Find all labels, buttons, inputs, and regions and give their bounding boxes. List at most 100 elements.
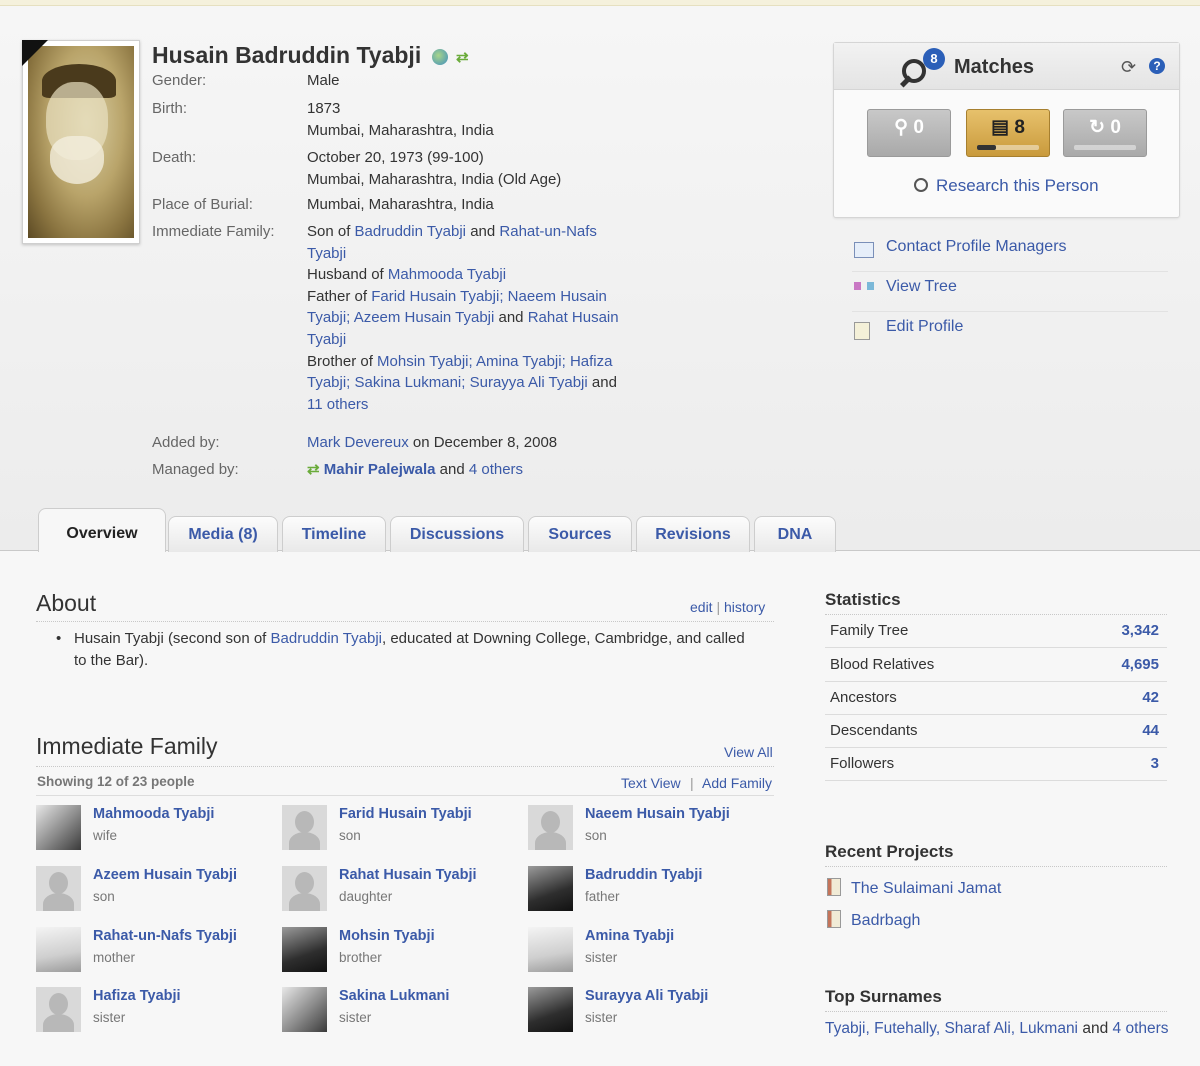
about-text: • Husain Tyabji (second son of Badruddin… xyxy=(56,630,745,669)
family-member[interactable]: Sakina Lukmani sister xyxy=(282,987,522,1037)
gender-label: Gender: xyxy=(152,72,207,89)
avatar[interactable] xyxy=(282,927,327,972)
tab-discussions[interactable]: Discussions xyxy=(390,516,524,552)
deceased-ribbon-icon xyxy=(22,40,48,66)
avatar[interactable] xyxy=(282,987,327,1032)
about-history-link[interactable]: history xyxy=(724,599,765,615)
avatar[interactable] xyxy=(528,866,573,911)
statistics-title: Statistics xyxy=(825,590,901,609)
death-value: October 20, 1973 (99-100) Mumbai, Mahara… xyxy=(307,149,562,188)
avatar[interactable] xyxy=(36,805,81,850)
view-all-link[interactable]: View All xyxy=(724,744,773,760)
family-member[interactable]: Badruddin Tyabji father xyxy=(528,866,768,916)
birth-value: 1873 Mumbai, Maharashtra, India xyxy=(307,100,494,139)
managed-by-label: Managed by: xyxy=(152,461,239,478)
tree-icon xyxy=(854,282,874,290)
project-badrbagh[interactable]: Badrbagh xyxy=(827,910,920,930)
avatar[interactable] xyxy=(36,987,81,1032)
link-managers-others[interactable]: 4 others xyxy=(469,461,523,478)
profile-header: Husain Badruddin Tyabji ⇄ Gender: Male B… xyxy=(0,6,1200,551)
about-edit-link[interactable]: edit xyxy=(690,599,713,615)
avatar[interactable] xyxy=(528,987,573,1032)
stat-followers[interactable]: Followers 3 xyxy=(825,748,1167,781)
contact-managers-link[interactable]: Contact Profile Managers xyxy=(852,234,1168,272)
sync-matches-button[interactable]: ↻ 0 xyxy=(1063,109,1147,157)
edit-icon xyxy=(854,322,870,340)
link-mahir-palejwala[interactable]: Mahir Palejwala xyxy=(324,461,436,478)
stat-family-tree[interactable]: Family Tree 3,342 xyxy=(825,615,1167,648)
overview-content: About edit | history • Husain Tyabji (se… xyxy=(0,552,1200,1066)
help-icon[interactable]: ? xyxy=(1149,58,1165,74)
tab-sources[interactable]: Sources xyxy=(528,516,632,552)
project-icon xyxy=(827,910,841,928)
manager-arrows-icon: ⇄ xyxy=(307,461,320,478)
mail-icon xyxy=(854,242,874,258)
matches-panel: 8 Matches ⟳ ? ⚲ 0 ▤ 8 ↻ 0 Research this … xyxy=(833,42,1180,218)
family-member[interactable]: Amina Tyabji sister xyxy=(528,927,768,977)
surnames-others-link[interactable]: 4 others xyxy=(1113,1020,1169,1037)
tab-media[interactable]: Media (8) xyxy=(168,516,278,552)
link-mark-devereux[interactable]: Mark Devereux xyxy=(307,434,409,451)
about-link-badruddin[interactable]: Badruddin Tyabji xyxy=(271,630,382,647)
family-member[interactable]: Farid Husain Tyabji son xyxy=(282,805,522,855)
tree-match-icon: ⚲ xyxy=(894,117,909,138)
record-matches-progress xyxy=(977,145,1039,150)
research-search-icon xyxy=(914,178,928,192)
link-mahmooda[interactable]: Mahmooda Tyabji xyxy=(388,266,506,283)
burial-value: Mumbai, Maharashtra, India xyxy=(307,196,494,213)
added-by-label: Added by: xyxy=(152,434,220,451)
death-label: Death: xyxy=(152,149,197,166)
tree-matches-button[interactable]: ⚲ 0 xyxy=(867,109,951,157)
gender-value: Male xyxy=(307,72,340,89)
family-member[interactable]: Mahmooda Tyabji wife xyxy=(36,805,276,855)
family-member[interactable]: Naeem Husain Tyabji son xyxy=(528,805,768,855)
refresh-icon[interactable]: ⟳ xyxy=(1121,57,1136,78)
avatar[interactable] xyxy=(282,866,327,911)
about-title: About xyxy=(36,590,97,616)
research-this-person-link[interactable]: Research this Person xyxy=(914,176,1099,196)
family-member[interactable]: Rahat Husain Tyabji daughter xyxy=(282,866,522,916)
family-member[interactable]: Rahat-un-Nafs Tyabji mother xyxy=(36,927,276,977)
tab-timeline[interactable]: Timeline xyxy=(282,516,386,552)
add-family-link[interactable]: Add Family xyxy=(702,775,772,791)
profile-name: Husain Badruddin Tyabji xyxy=(152,42,422,68)
showing-count: Showing 12 of 23 people xyxy=(37,774,195,789)
matches-title: Matches xyxy=(954,56,1035,78)
link-rahat-un-nafs[interactable]: Rahat-un-Nafs xyxy=(499,223,597,240)
link-11-others[interactable]: 11 others xyxy=(307,396,368,413)
sync-icon: ↻ xyxy=(1089,117,1106,138)
birth-label: Birth: xyxy=(152,100,188,117)
merge-arrows-icon[interactable]: ⇄ xyxy=(456,48,469,66)
family-member[interactable]: Surayya Ali Tyabji sister xyxy=(528,987,768,1037)
top-surnames-title: Top Surnames xyxy=(825,987,942,1006)
avatar[interactable] xyxy=(528,805,573,850)
project-sulaimani-jamat[interactable]: The Sulaimani Jamat xyxy=(827,878,1001,898)
avatar[interactable] xyxy=(282,805,327,850)
avatar[interactable] xyxy=(36,927,81,972)
family-member[interactable]: Hafiza Tyabji sister xyxy=(36,987,276,1037)
stat-blood-relatives[interactable]: Blood Relatives 4,695 xyxy=(825,649,1167,682)
family-member[interactable]: Mohsin Tyabji brother xyxy=(282,927,522,977)
managed-by-value: ⇄ Mahir Palejwala and 4 others xyxy=(307,461,524,478)
record-match-icon: ▤ xyxy=(991,117,1010,138)
edit-profile-link[interactable]: Edit Profile xyxy=(852,314,1168,352)
link-badruddin[interactable]: Badruddin Tyabji xyxy=(355,223,466,240)
avatar[interactable] xyxy=(528,927,573,972)
tab-overview[interactable]: Overview xyxy=(38,508,166,552)
avatar[interactable] xyxy=(36,866,81,911)
family-member[interactable]: Azeem Husain Tyabji son xyxy=(36,866,276,916)
tab-revisions[interactable]: Revisions xyxy=(636,516,750,552)
stat-descendants[interactable]: Descendants 44 xyxy=(825,715,1167,748)
project-icon xyxy=(827,878,841,896)
profile-photo[interactable] xyxy=(22,40,140,244)
text-view-link[interactable]: Text View xyxy=(621,775,681,791)
globe-icon[interactable] xyxy=(432,49,448,65)
view-tree-link[interactable]: View Tree xyxy=(852,274,1168,312)
tab-dna[interactable]: DNA xyxy=(754,516,836,552)
recent-projects-title: Recent Projects xyxy=(825,842,954,861)
surnames-links[interactable]: Tyabji, Futehally, Sharaf Ali, Lukmani xyxy=(825,1020,1078,1037)
immediate-family-label: Immediate Family: xyxy=(152,223,275,240)
stat-ancestors[interactable]: Ancestors 42 xyxy=(825,682,1167,715)
record-matches-button[interactable]: ▤ 8 xyxy=(966,109,1050,157)
matches-count-badge: 8 xyxy=(923,48,945,70)
